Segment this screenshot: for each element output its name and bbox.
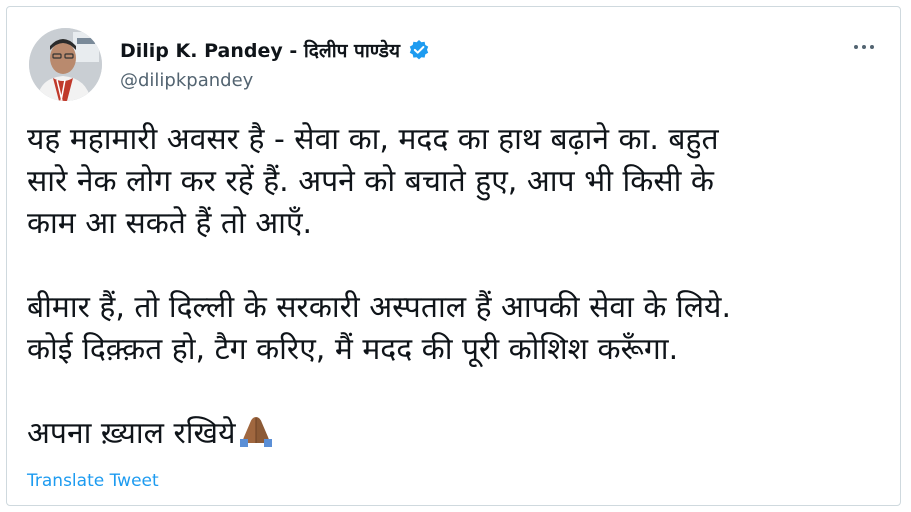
tweet-line: यह महामारी अवसर है - सेवा का, मदद का हाथ…	[27, 122, 719, 157]
tweet-line: बीमार हैं, तो दिल्ली के सरकारी अस्पताल ह…	[27, 290, 731, 325]
avatar[interactable]	[29, 28, 102, 101]
tweet-line: काम आ सकते हैं तो आएँ.	[27, 206, 313, 241]
more-options-icon	[852, 45, 876, 49]
folded-hands-icon	[236, 413, 276, 449]
closing-text: अपना ख़्याल रखिये	[27, 416, 236, 451]
author-display-name[interactable]: Dilip K. Pandey - दिलीप पाण्डेय	[120, 37, 400, 63]
translate-tweet-link[interactable]: Translate Tweet	[27, 471, 159, 491]
profile-photo	[29, 28, 102, 101]
author-handle[interactable]: @dilipkpandey	[120, 70, 253, 91]
tweet-line: सारे नेक लोग कर रहें हैं. अपने को बचाते …	[27, 164, 714, 199]
tweet-line: कोई दिक़्क़त हो, टैग करिए, मैं मदद की पू…	[27, 332, 679, 367]
more-options-button[interactable]	[846, 35, 882, 59]
tweet-text: यह महामारी अवसर है - सेवा का, मदद का हाथ…	[27, 119, 887, 455]
tweet-card: Dilip K. Pandey - दिलीप पाण्डेय @dilipkp…	[6, 6, 901, 506]
verified-badge-icon	[408, 39, 430, 61]
tweet-line-closing: अपना ख़्याल रखिये	[27, 413, 887, 455]
